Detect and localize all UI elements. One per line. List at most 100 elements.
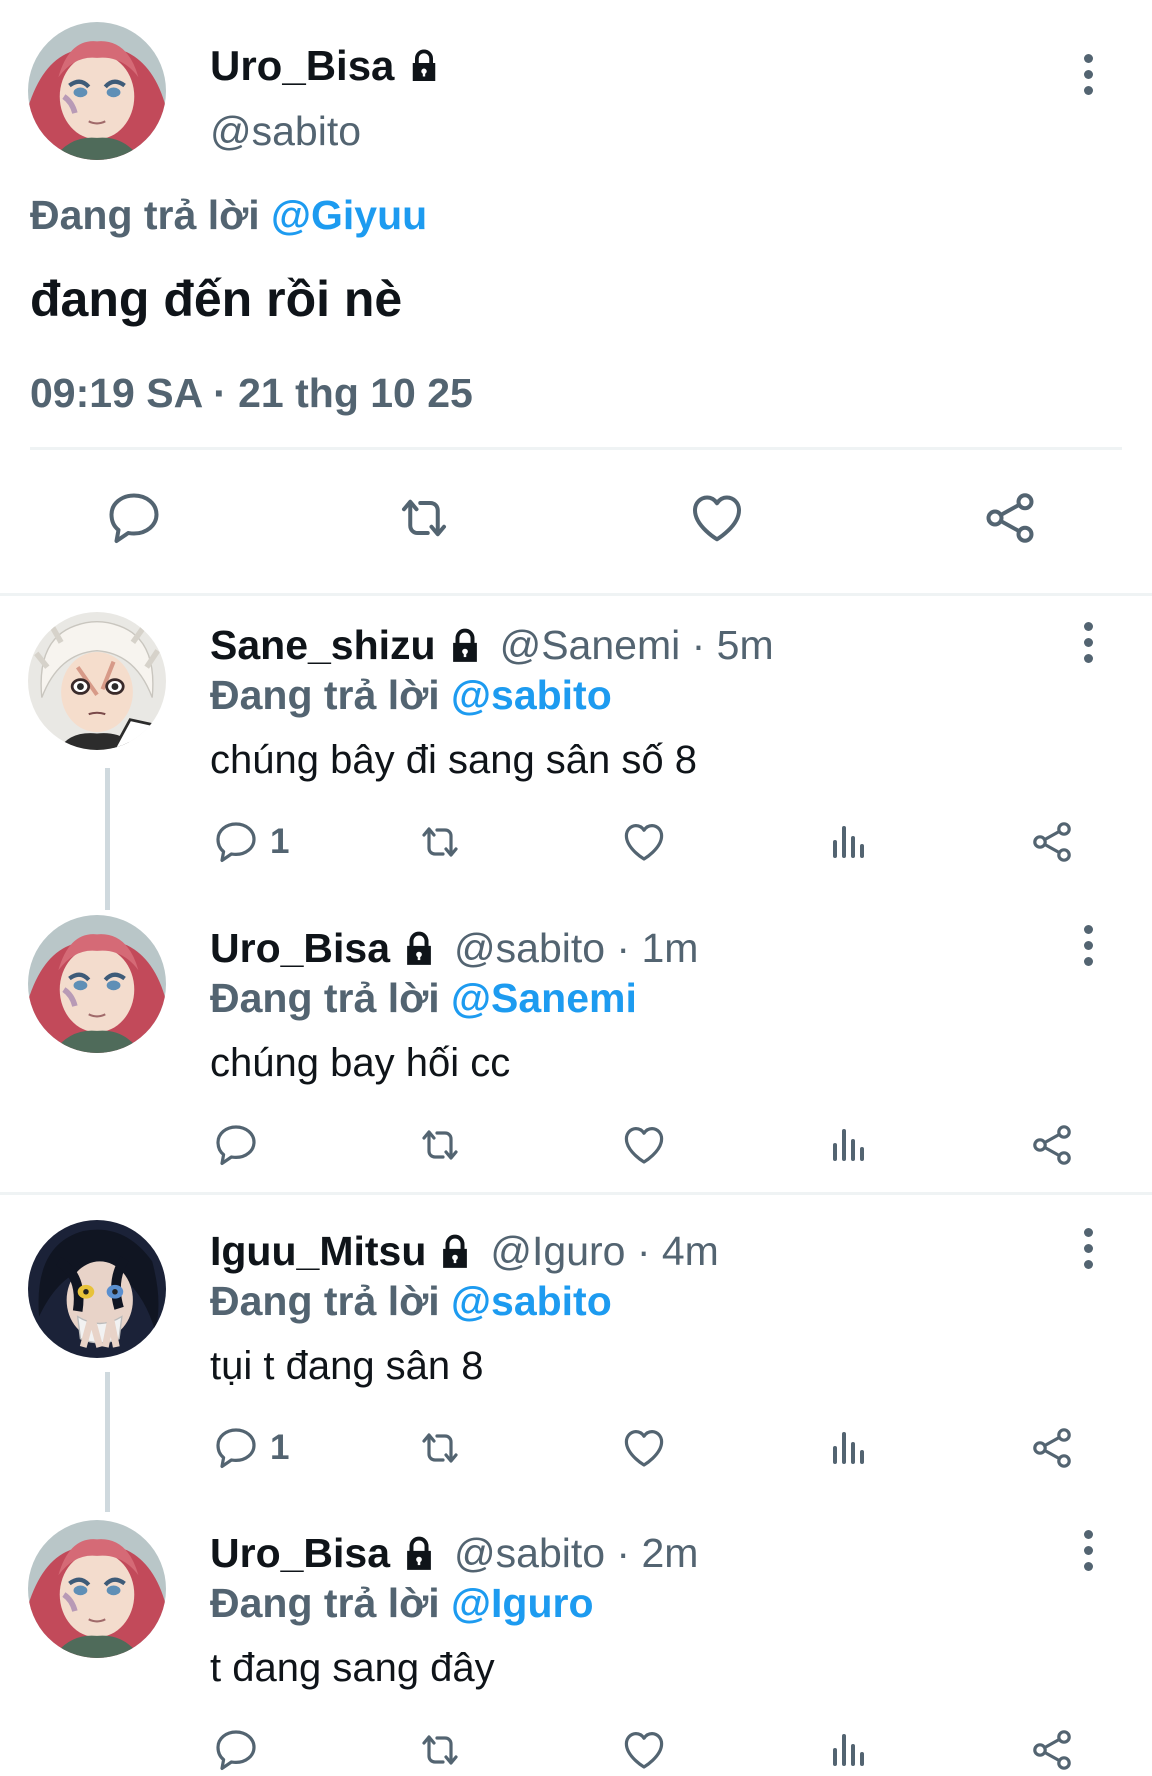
- lock-icon: [446, 627, 484, 665]
- author-name[interactable]: Uro_Bisa: [210, 42, 442, 90]
- like-button[interactable]: [620, 1121, 668, 1169]
- reply-text: t đang sang đây: [210, 1646, 495, 1690]
- avatar[interactable]: [28, 1520, 166, 1658]
- reply-button[interactable]: [212, 1121, 270, 1169]
- heart-icon: [620, 1121, 668, 1169]
- more-vertical-icon[interactable]: [1078, 925, 1098, 971]
- divider: [30, 447, 1122, 450]
- share-button[interactable]: [1028, 1121, 1076, 1169]
- reply-button[interactable]: 1: [212, 818, 289, 866]
- retweet-button[interactable]: [414, 1424, 466, 1472]
- like-button[interactable]: [620, 1726, 668, 1774]
- handle-time: @sabito · 1m: [454, 925, 699, 971]
- views-button[interactable]: [824, 1121, 872, 1169]
- reply-button[interactable]: 1: [212, 1424, 289, 1472]
- share-button[interactable]: [980, 488, 1040, 548]
- views-chart-icon: [824, 1726, 872, 1774]
- divider: [0, 1192, 1152, 1195]
- reply-button[interactable]: [104, 488, 164, 548]
- share-icon: [1028, 818, 1076, 866]
- reply-icon: [212, 1424, 260, 1472]
- avatar[interactable]: [28, 612, 166, 750]
- retweet-button[interactable]: [414, 818, 466, 866]
- more-vertical-icon[interactable]: [1078, 622, 1098, 668]
- avatar[interactable]: [28, 22, 166, 160]
- lock-icon: [400, 930, 438, 968]
- heart-icon: [687, 488, 747, 548]
- reply-prefix: Đang trả lời: [210, 672, 440, 718]
- views-chart-icon: [824, 818, 872, 866]
- more-vertical-icon[interactable]: [1078, 54, 1098, 100]
- reply-to-mention[interactable]: @Iguro: [451, 1580, 593, 1626]
- reply-to-mention[interactable]: @sabito: [451, 1278, 612, 1324]
- reply-icon: [212, 1726, 260, 1774]
- lock-icon: [436, 1233, 474, 1271]
- reply-header[interactable]: Uro_Bisa @sabito · 2m: [210, 1530, 698, 1577]
- retweet-icon: [414, 818, 466, 866]
- share-button[interactable]: [1028, 818, 1076, 866]
- reply-header[interactable]: Uro_Bisa @sabito · 1m: [210, 925, 698, 972]
- lock-icon: [400, 1535, 438, 1573]
- share-button[interactable]: [1028, 1424, 1076, 1472]
- reply-icon: [104, 488, 164, 548]
- reply-to-mention[interactable]: @Sanemi: [451, 975, 637, 1021]
- views-button[interactable]: [824, 1424, 872, 1472]
- replying-to: Đang trả lời @sabito: [210, 1278, 612, 1325]
- like-button[interactable]: [620, 818, 668, 866]
- avatar[interactable]: [28, 1220, 166, 1358]
- reply-prefix: Đang trả lời: [210, 975, 440, 1021]
- reply-to-mention[interactable]: @Giyuu: [271, 192, 427, 238]
- heart-icon: [620, 818, 668, 866]
- replying-to: Đang trả lời @Giyuu: [30, 192, 427, 239]
- author-handle[interactable]: @sabito: [210, 108, 361, 155]
- display-name: Iguu_Mitsu: [210, 1228, 427, 1274]
- more-vertical-icon[interactable]: [1078, 1530, 1098, 1576]
- retweet-icon: [414, 1121, 466, 1169]
- replying-to: Đang trả lời @Iguro: [210, 1580, 594, 1627]
- share-icon: [980, 488, 1040, 548]
- display-name: Uro_Bisa: [210, 925, 391, 971]
- share-button[interactable]: [1028, 1726, 1076, 1774]
- views-chart-icon: [824, 1121, 872, 1169]
- tweet-text: đang đến rồi nè: [30, 271, 403, 327]
- thread-line: [105, 768, 110, 910]
- share-icon: [1028, 1424, 1076, 1472]
- views-chart-icon: [824, 1424, 872, 1472]
- reply-header[interactable]: Iguu_Mitsu @Iguro · 4m: [210, 1228, 719, 1275]
- share-icon: [1028, 1121, 1076, 1169]
- replying-to: Đang trả lời @Sanemi: [210, 975, 637, 1022]
- retweet-icon: [391, 488, 457, 548]
- heart-icon: [620, 1726, 668, 1774]
- handle-time: @Sanemi · 5m: [499, 622, 774, 668]
- views-button[interactable]: [824, 1726, 872, 1774]
- reply-prefix: Đang trả lời: [210, 1278, 440, 1324]
- more-vertical-icon[interactable]: [1078, 1228, 1098, 1274]
- reply-button[interactable]: [212, 1726, 270, 1774]
- like-button[interactable]: [620, 1424, 668, 1472]
- reply-text: chúng bây đi sang sân số 8: [210, 738, 698, 782]
- retweet-icon: [414, 1726, 466, 1774]
- reply-count: 1: [270, 822, 290, 861]
- retweet-button[interactable]: [414, 1121, 466, 1169]
- views-button[interactable]: [824, 818, 872, 866]
- retweet-button[interactable]: [391, 488, 457, 548]
- reply-to-mention[interactable]: @sabito: [451, 672, 612, 718]
- avatar[interactable]: [28, 915, 166, 1053]
- reply-icon: [212, 818, 260, 866]
- reply-prefix: Đang trả lời: [210, 1580, 440, 1626]
- reply-text: chúng bay hối cc: [210, 1041, 511, 1085]
- heart-icon: [620, 1424, 668, 1472]
- handle-time: @Iguro · 4m: [490, 1228, 719, 1274]
- display-name: Uro_Bisa: [210, 1530, 391, 1576]
- retweet-icon: [414, 1424, 466, 1472]
- divider: [0, 593, 1152, 596]
- tweet-timestamp[interactable]: 09:19 SA · 21 thg 10 25: [30, 370, 473, 417]
- reply-header[interactable]: Sane_shizu @Sanemi · 5m: [210, 622, 774, 669]
- like-button[interactable]: [687, 488, 747, 548]
- display-name: Uro_Bisa: [210, 42, 395, 89]
- reply-prefix: Đang trả lời: [30, 192, 260, 238]
- replying-to: Đang trả lời @sabito: [210, 672, 612, 719]
- reply-icon: [212, 1121, 260, 1169]
- retweet-button[interactable]: [414, 1726, 466, 1774]
- reply-count: 1: [270, 1428, 290, 1467]
